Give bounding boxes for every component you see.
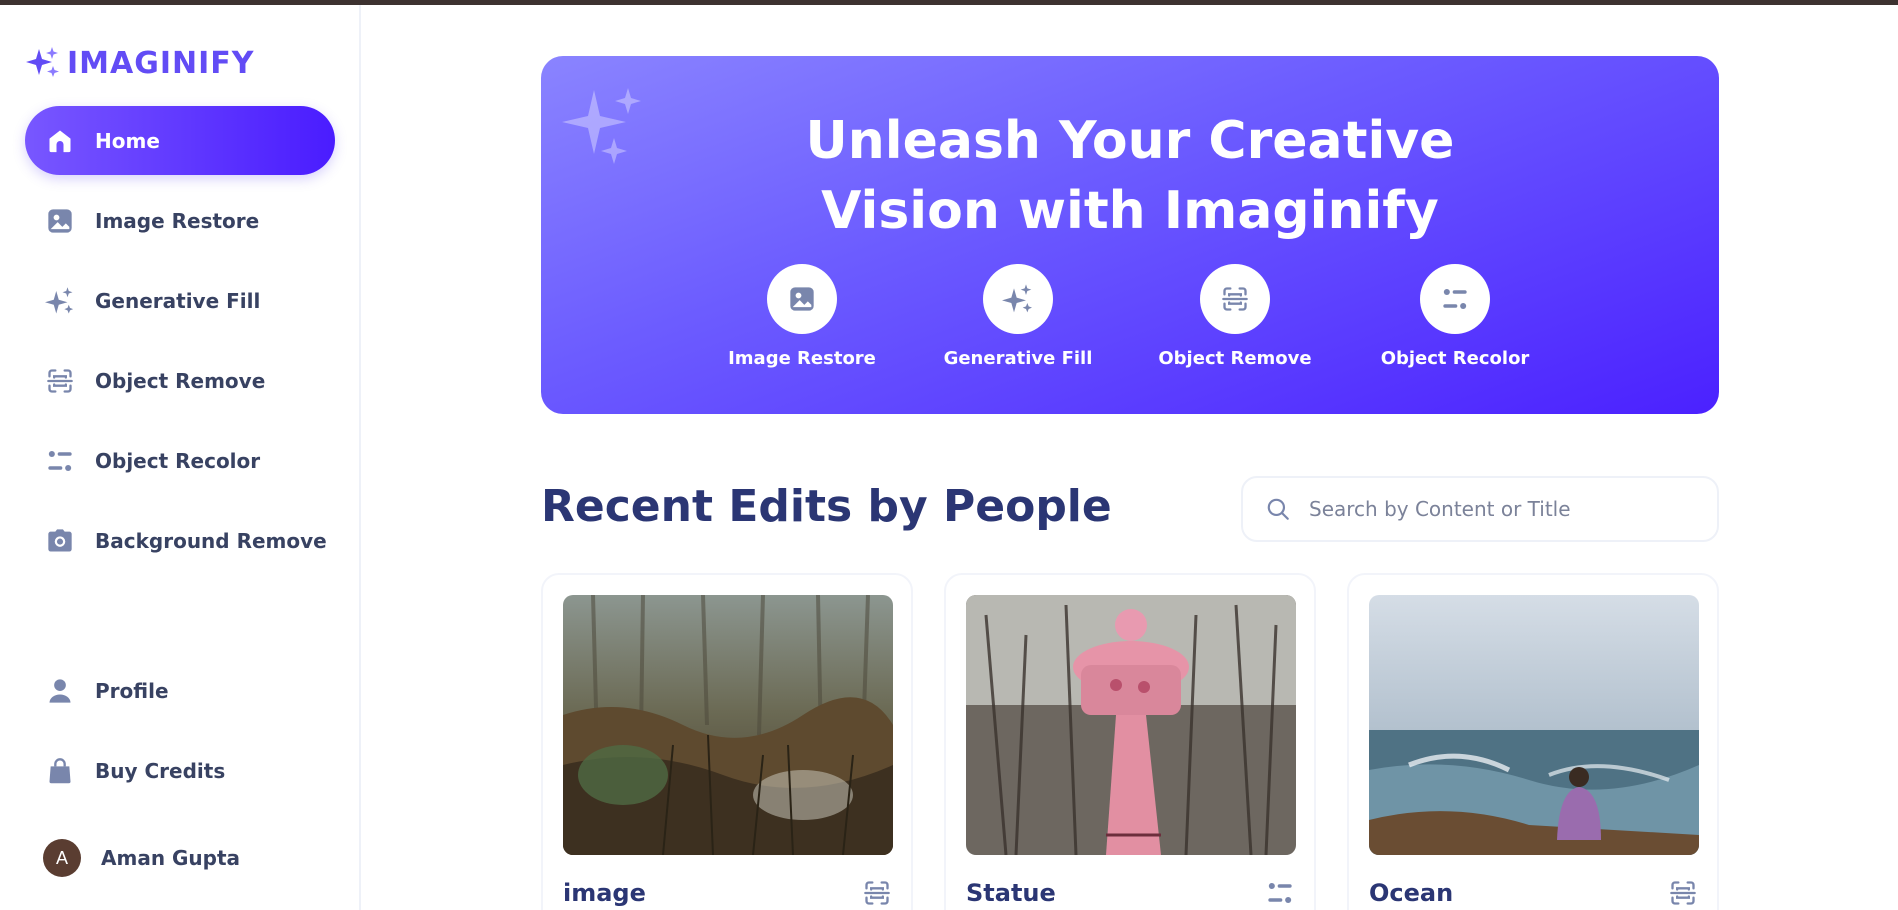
quick-action-label: Object Remove (1158, 348, 1312, 369)
sidebar-item-generative-fill[interactable]: Generative Fill (25, 266, 335, 335)
image-icon (45, 206, 75, 236)
quick-action-circle[interactable] (1200, 264, 1270, 334)
sidebar-item-label: Generative Fill (95, 288, 261, 313)
filter-icon (1268, 882, 1292, 904)
logo[interactable]: IMAGINIFY (25, 43, 255, 83)
card-title: Statue (966, 879, 1056, 907)
card-title: image (563, 879, 646, 907)
search-box[interactable] (1241, 476, 1719, 542)
stars-icon (1002, 284, 1032, 313)
quick-action-circle[interactable] (767, 264, 837, 334)
camera-icon (45, 526, 75, 556)
stars-icon (45, 286, 75, 316)
card-image[interactable] (966, 595, 1296, 855)
quick-action-label: Object Recolor (1380, 348, 1530, 369)
sidebar-item-label: Profile (95, 678, 169, 703)
image-card[interactable]: Ocean (1347, 573, 1719, 910)
quick-action-object-recolor[interactable]: Object Recolor (1365, 264, 1545, 369)
quick-action-object-remove[interactable]: Object Remove (1145, 264, 1325, 369)
sidebar-item-profile[interactable]: Profile (25, 656, 335, 725)
sidebar-item-label: Home (95, 128, 160, 153)
quick-action-circle[interactable] (1420, 264, 1490, 334)
card-footer: Ocean (1369, 879, 1697, 907)
sparkle-logo-icon (26, 47, 59, 77)
card-footer: Statue (966, 879, 1294, 907)
image-icon (790, 287, 814, 311)
scan-icon (45, 366, 75, 396)
user-icon (45, 676, 75, 706)
filter-icon (45, 446, 75, 476)
avatar[interactable]: A (43, 839, 81, 877)
sidebar-item-home[interactable]: Home (25, 106, 335, 175)
sidebar-item-label: Object Recolor (95, 448, 261, 473)
sidebar-item-buy-credits[interactable]: Buy Credits (25, 736, 335, 805)
hero-title: Unleash Your Creative Vision with Imagin… (541, 106, 1719, 246)
filter-icon (1443, 288, 1467, 310)
card-title: Ocean (1369, 879, 1454, 907)
quick-action-image-restore[interactable]: Image Restore (712, 264, 892, 369)
sidebar-item-label: Background Remove (95, 528, 327, 553)
quick-action-generative-fill[interactable]: Generative Fill (928, 264, 1108, 369)
quick-action-circle[interactable] (983, 264, 1053, 334)
sidebar-item-label: Buy Credits (95, 758, 226, 783)
sidebar-item-object-remove[interactable]: Object Remove (25, 346, 335, 415)
sidebar-item-object-recolor[interactable]: Object Recolor (25, 426, 335, 495)
scan-icon (864, 881, 890, 905)
scan-icon (1222, 287, 1248, 311)
quick-action-label: Generative Fill (943, 348, 1093, 369)
image-card[interactable]: image (541, 573, 913, 910)
sidebar-item-label: Image Restore (95, 208, 260, 233)
user-name: Aman Gupta (101, 846, 241, 870)
scan-icon (1670, 881, 1696, 905)
quick-action-label: Image Restore (728, 348, 876, 369)
user-profile[interactable]: A Aman Gupta (43, 839, 240, 877)
sidebar-item-label: Object Remove (95, 368, 266, 393)
image-card[interactable]: Statue (944, 573, 1316, 910)
bag-icon (45, 756, 75, 786)
hero-banner: Unleash Your Creative Vision with Imagin… (541, 56, 1719, 414)
card-image[interactable] (1369, 595, 1699, 855)
recent-edits-title: Recent Edits by People (541, 481, 1112, 532)
hero-title-line-2: Vision with Imaginify (821, 181, 1439, 241)
sidebar-item-background-remove[interactable]: Background Remove (25, 506, 335, 575)
home-icon (45, 126, 75, 156)
sidebar: IMAGINIFY Home Image Restore Generative … (0, 5, 361, 910)
card-footer: image (563, 879, 891, 907)
sidebar-item-image-restore[interactable]: Image Restore (25, 186, 335, 255)
hero-title-line-1: Unleash Your Creative (805, 111, 1455, 171)
card-image[interactable] (563, 595, 893, 855)
app-name: IMAGINIFY (67, 45, 255, 81)
search-input[interactable] (1309, 497, 1689, 521)
search-icon (1267, 498, 1289, 520)
